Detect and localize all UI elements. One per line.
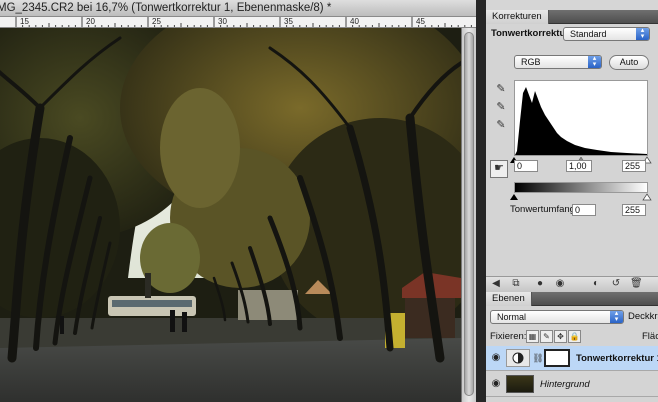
expand-view-icon[interactable]: ⧉ (510, 278, 522, 290)
preset-value: Standard (570, 29, 607, 39)
ruler-number: 45 (416, 17, 425, 26)
output-slider[interactable] (510, 193, 652, 201)
fill-label: Fläch (642, 331, 658, 342)
document-title-bar[interactable]: MG_2345.CR2 bei 16,7% (Tonwertkorrektur … (0, 0, 476, 17)
panel-heading: Tonwertkorrektur (491, 28, 569, 39)
blend-mode-select[interactable]: Normal ▴ ▾ (490, 310, 624, 324)
input-white-field[interactable]: 255 (622, 160, 646, 172)
select-arrows-icon: ▴ ▾ (588, 55, 601, 68)
channel-value: RGB (521, 57, 541, 67)
histogram (514, 80, 648, 156)
channel-select[interactable]: RGB ▴ ▾ (514, 55, 602, 69)
auto-button[interactable]: Auto (609, 55, 649, 70)
visibility-eye-icon[interactable]: ◉ (554, 278, 566, 290)
lock-label: Fixieren: (490, 331, 527, 342)
korrekturen-panel: Tonwertkorrektur Standard ▴ ▾ RGB ▴ ▾ Auto… (486, 24, 658, 292)
gray-eyedropper-icon[interactable]: ✎ (494, 100, 508, 114)
panel-divider (476, 0, 486, 402)
blend-mode-value: Normal (497, 312, 527, 322)
ruler-number: 35 (284, 17, 293, 26)
output-white-field[interactable]: 255 (622, 204, 646, 216)
ruler-number: 20 (86, 17, 95, 26)
avenue-photo (0, 28, 461, 402)
previous-state-icon[interactable]: ◐ (590, 278, 602, 290)
select-arrows-icon: ▴ ▾ (636, 27, 649, 40)
white-eyedropper-icon[interactable]: ✎ (494, 118, 508, 132)
output-gradient-bar (514, 182, 648, 193)
lock-position-icon[interactable]: ✥ (554, 330, 567, 343)
scrollbar-thumb[interactable] (464, 32, 474, 396)
ruler-number: 40 (350, 17, 359, 26)
image-canvas[interactable] (0, 28, 461, 402)
layer-name[interactable]: Tonwertkorrektur 1 (576, 353, 658, 364)
ruler-number: 15 (20, 17, 29, 26)
ebenen-tabbar: Ebenen (486, 292, 658, 306)
lock-all-icon[interactable]: 🔒 (568, 330, 581, 343)
tab-korrekturen[interactable]: Korrekturen (486, 10, 549, 24)
document-title: MG_2345.CR2 bei 16,7% (Tonwertkorrektur … (0, 2, 332, 14)
ruler-number: 30 (218, 17, 227, 26)
background-layer-thumbnail (506, 375, 534, 393)
histogram-graph (515, 87, 647, 155)
mask-link-icon[interactable]: ⛓ (531, 351, 545, 365)
back-arrow-icon[interactable]: ◀ (490, 278, 502, 290)
ebenen-panel: Normal ▴▾ Deckkraft Fixieren: ▦ ✎ ✥ 🔒 Fl… (486, 306, 658, 402)
vertical-scrollbar[interactable] (461, 28, 476, 402)
panels-dock: Korrekturen Tonwertkorrektur Standard ▴ ▾… (486, 0, 658, 402)
lock-pixels-icon[interactable]: ✎ (540, 330, 553, 343)
adjustment-layer-icon (506, 349, 530, 367)
input-black-field[interactable]: 0 (514, 160, 538, 172)
layer-name[interactable]: Hintergrund (540, 379, 590, 390)
korrekturen-bottom-bar: ◀ ⧉ ● ◉ ◐ ↺ 🗑 (486, 276, 658, 292)
output-label: Tonwertumfang: (510, 204, 578, 215)
clipping-preview-icon[interactable]: ☛ (490, 160, 508, 178)
output-black-field[interactable]: 0 (572, 204, 596, 216)
tab-ebenen[interactable]: Ebenen (486, 292, 532, 306)
reset-icon[interactable]: ↺ (610, 278, 622, 290)
ruler-number: 25 (152, 17, 161, 26)
preset-select[interactable]: Standard ▴ ▾ (563, 27, 650, 41)
opacity-label: Deckkraft (628, 311, 658, 322)
korrekturen-tabbar: Korrekturen (486, 10, 658, 24)
document-window: MG_2345.CR2 bei 16,7% (Tonwertkorrektur … (0, 0, 476, 402)
horizontal-ruler[interactable]: 15 20 25 30 35 40 45 (0, 17, 476, 28)
layer-row-tonwertkorrektur[interactable]: ◉ ⛓ Tonwertkorrektur 1 (486, 346, 658, 371)
delete-trash-icon[interactable]: 🗑 (630, 278, 643, 290)
ruler-ticks (15, 17, 472, 27)
clip-layer-icon[interactable]: ● (534, 278, 546, 290)
lock-transparency-icon[interactable]: ▦ (526, 330, 539, 343)
input-gamma-field[interactable]: 1,00 (566, 160, 592, 172)
visibility-eye-icon[interactable]: ◉ (490, 352, 502, 364)
visibility-eye-icon[interactable]: ◉ (490, 378, 502, 390)
layer-mask-thumbnail[interactable] (544, 349, 570, 367)
select-arrows-icon: ▴ ▾ (610, 310, 623, 323)
layer-row-hintergrund[interactable]: ◉ Hintergrund (486, 372, 658, 397)
black-eyedropper-icon[interactable]: ✎ (494, 82, 508, 96)
